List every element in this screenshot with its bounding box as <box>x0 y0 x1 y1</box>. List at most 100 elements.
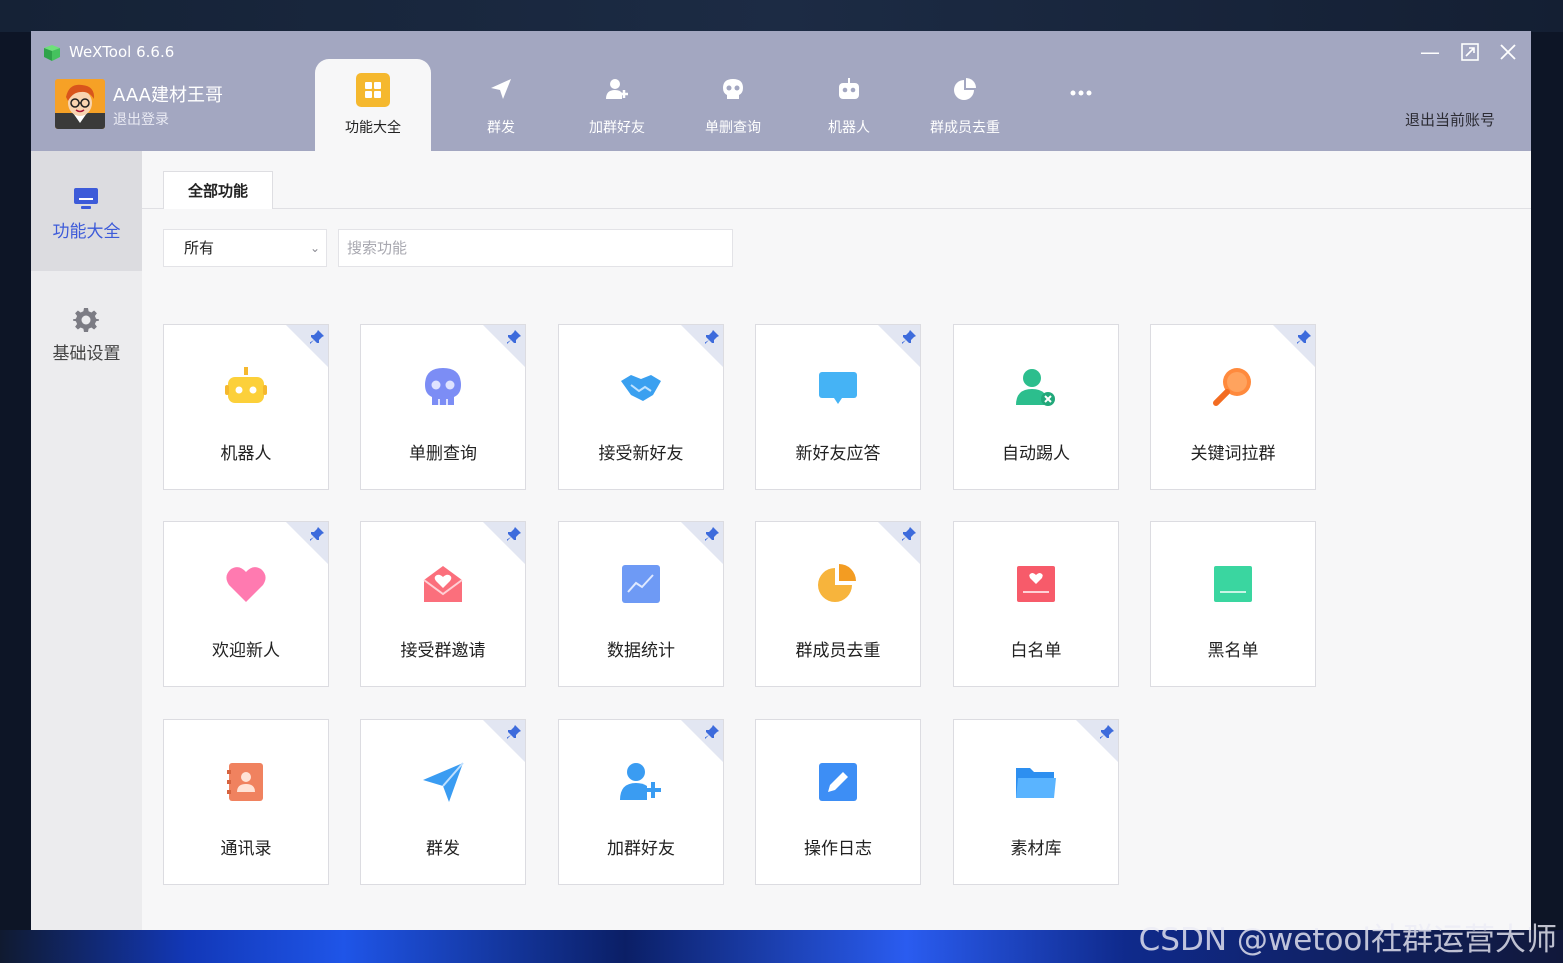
tab-strip-divider <box>142 208 1531 209</box>
logout-link[interactable]: 退出登录 <box>113 109 169 129</box>
pin-icon[interactable] <box>704 724 719 739</box>
pin-icon[interactable] <box>309 329 324 344</box>
sidebar-item-feature-hub[interactable]: 功能大全 <box>31 151 142 271</box>
skull-icon <box>719 75 747 103</box>
envelope-icon <box>421 562 465 606</box>
main-content: 全部功能 所有 ⌄ 机器人 单删查询 接受新好友 新好友应答 自动踢人 关键词拉群欢迎新人… <box>142 151 1531 930</box>
feature-card-label: 操作日志 <box>804 839 872 859</box>
user-remove-icon <box>1014 365 1058 409</box>
pin-icon[interactable] <box>506 526 521 541</box>
feature-card[interactable]: 新好友应答 <box>755 324 921 490</box>
feature-card[interactable]: 黑名单 <box>1150 521 1316 687</box>
tab-more[interactable] <box>1023 59 1139 151</box>
folder-icon <box>1014 760 1058 804</box>
contacts-icon <box>224 760 268 804</box>
feature-card[interactable]: 欢迎新人 <box>163 521 329 687</box>
feature-card-label: 单删查询 <box>409 444 477 464</box>
feature-card[interactable]: 接受群邀请 <box>360 521 526 687</box>
tab-label: 群成员去重 <box>930 120 1000 136</box>
skull-icon <box>421 365 465 409</box>
sidebar-item-label: 功能大全 <box>52 222 121 242</box>
tab-member-dedupe[interactable]: 群成员去重 <box>907 59 1023 151</box>
minimize-icon: — <box>1420 40 1440 64</box>
feature-card-label: 加群好友 <box>607 839 675 859</box>
gear-icon <box>73 308 99 332</box>
feature-card-label: 素材库 <box>1010 839 1062 859</box>
tab-all-features[interactable]: 全部功能 <box>163 171 273 209</box>
blacklist-icon <box>1211 562 1255 606</box>
feature-card-label: 群发 <box>426 839 460 859</box>
tab-all-features-label: 全部功能 <box>187 182 248 200</box>
feature-card-label: 接受新好友 <box>598 444 684 464</box>
tab-label: 功能大全 <box>345 120 401 136</box>
pin-icon[interactable] <box>1296 329 1311 344</box>
feature-card[interactable]: 白名单 <box>953 521 1119 687</box>
maximize-icon <box>1461 43 1479 61</box>
feature-card-label: 黑名单 <box>1207 641 1259 661</box>
pin-icon[interactable] <box>704 329 719 344</box>
pin-icon[interactable] <box>704 526 719 541</box>
maximize-button[interactable] <box>1455 39 1485 65</box>
feature-card-label: 关键词拉群 <box>1190 444 1276 464</box>
feature-card[interactable]: 自动踢人 <box>953 324 1119 490</box>
tab-mass-send[interactable]: 群发 <box>443 59 559 151</box>
tab-add-group-friends[interactable]: 加群好友 <box>559 59 675 151</box>
monitor-icon <box>74 188 98 209</box>
pin-icon[interactable] <box>506 724 521 739</box>
pin-icon[interactable] <box>1099 724 1114 739</box>
feature-card-label: 白名单 <box>1010 641 1062 661</box>
app-logo-icon <box>44 45 60 61</box>
feature-card-label: 接受群邀请 <box>400 641 486 661</box>
tab-label: 群发 <box>487 120 515 136</box>
feature-card[interactable]: 关键词拉群 <box>1150 324 1316 490</box>
feature-card-label: 新好友应答 <box>795 444 881 464</box>
feature-card[interactable]: 数据统计 <box>558 521 724 687</box>
heart-icon <box>224 562 268 606</box>
tab-label: 加群好友 <box>589 120 645 136</box>
search-input[interactable] <box>338 229 733 267</box>
sidebar: 功能大全 基础设置 <box>31 151 142 930</box>
switch-account-button[interactable]: 退出当前账号 <box>1405 109 1495 130</box>
paper-plane-icon <box>487 75 515 103</box>
feature-card[interactable]: 群成员去重 <box>755 521 921 687</box>
pin-icon[interactable] <box>506 329 521 344</box>
avatar-image <box>55 79 105 129</box>
tab-label: 单删查询 <box>705 120 761 136</box>
magnifier-icon <box>1211 365 1255 409</box>
feature-card[interactable]: 群发 <box>360 719 526 885</box>
chevron-down-icon: ⌄ <box>309 241 320 255</box>
minimize-button[interactable]: — <box>1415 39 1445 65</box>
pin-icon[interactable] <box>309 526 324 541</box>
pin-icon[interactable] <box>901 526 916 541</box>
feature-card-label: 通讯录 <box>220 839 272 859</box>
close-button[interactable] <box>1493 39 1523 65</box>
line-chart-icon <box>619 562 663 606</box>
feature-card[interactable]: 机器人 <box>163 324 329 490</box>
category-dropdown[interactable]: 所有 ⌄ <box>163 229 327 267</box>
desktop-wallpaper-top <box>0 0 1563 32</box>
more-icon <box>1067 79 1095 107</box>
user-name: AAA建材王哥 <box>113 85 223 106</box>
sidebar-item-label: 基础设置 <box>52 344 121 364</box>
watermark: CSDN @wetool社群运营大师 <box>1138 922 1557 958</box>
feature-card-label: 自动踢人 <box>1002 444 1070 464</box>
tab-robot[interactable]: 机器人 <box>791 59 907 151</box>
feature-card-label: 机器人 <box>220 444 272 464</box>
feature-card[interactable]: 接受新好友 <box>558 324 724 490</box>
pin-icon[interactable] <box>901 329 916 344</box>
feature-card[interactable]: 操作日志 <box>755 719 921 885</box>
app-window: WeXTool 6.6.6 — AAA建材王哥 退出登录 功能大全 群发 加群好… <box>31 31 1531 930</box>
avatar[interactable] <box>55 79 105 129</box>
tab-single-delete-check[interactable]: 单删查询 <box>675 59 791 151</box>
edit-log-icon <box>816 760 860 804</box>
app-title: WeXTool 6.6.6 <box>69 43 175 61</box>
feature-card[interactable]: 通讯录 <box>163 719 329 885</box>
titlebar: WeXTool 6.6.6 — AAA建材王哥 退出登录 功能大全 群发 加群好… <box>31 31 1531 151</box>
add-user-icon <box>619 760 663 804</box>
sidebar-item-basic-settings[interactable]: 基础设置 <box>31 291 142 411</box>
feature-card[interactable]: 单删查询 <box>360 324 526 490</box>
feature-card[interactable]: 加群好友 <box>558 719 724 885</box>
robot-icon <box>224 365 268 409</box>
feature-card[interactable]: 素材库 <box>953 719 1119 885</box>
tab-feature-hub[interactable]: 功能大全 <box>315 59 431 151</box>
